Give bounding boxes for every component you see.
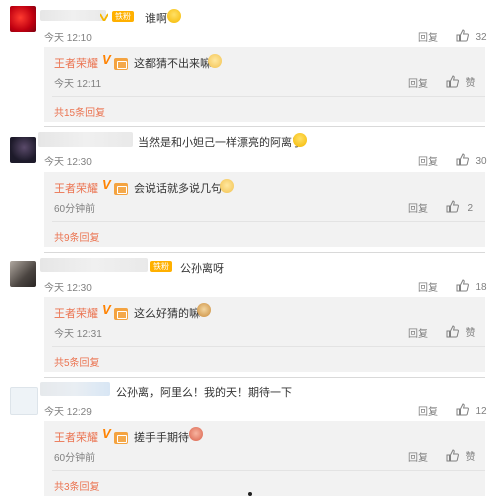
reply-author[interactable]: 王者荣耀 xyxy=(54,429,98,445)
thumbs-up-icon xyxy=(446,75,459,88)
reply-box: 王者荣耀 V 会说话就多说几句 60分钟前 回复 2 共9条回复 xyxy=(44,172,485,247)
verified-v-icon: V xyxy=(102,302,111,317)
thumbs-up-icon xyxy=(456,279,469,292)
more-replies-link[interactable]: 共5条回复 xyxy=(54,354,100,369)
thumbs-up-icon xyxy=(456,153,469,166)
level-badge-icon xyxy=(114,57,128,70)
like-button[interactable]: 赞 xyxy=(446,447,475,465)
avatar[interactable] xyxy=(10,137,36,163)
reply-button[interactable]: 回复 xyxy=(408,449,428,464)
like-button[interactable]: 赞 xyxy=(446,73,475,91)
cat-emoji-icon xyxy=(197,303,211,317)
fan-badge: 铁粉 xyxy=(112,11,134,22)
thumbs-up-icon xyxy=(446,200,459,213)
username-blurred[interactable] xyxy=(40,382,110,396)
divider xyxy=(44,377,485,378)
yellow-v-icon xyxy=(100,8,108,21)
pagination-dot xyxy=(248,492,252,496)
more-replies-link[interactable]: 共3条回复 xyxy=(54,478,100,493)
like-count: 32 xyxy=(475,32,487,43)
reply-button[interactable]: 回复 xyxy=(408,200,428,215)
username-blurred[interactable] xyxy=(40,258,148,272)
comment-text: 谁啊 xyxy=(145,13,167,25)
reply-button[interactable]: 回复 xyxy=(408,75,428,90)
divider xyxy=(44,252,485,253)
username-blurred[interactable] xyxy=(40,10,106,21)
divider xyxy=(52,346,485,347)
like-button[interactable]: 30 xyxy=(456,151,487,169)
comment-time: 今天 12:10 xyxy=(44,33,92,44)
avatar[interactable] xyxy=(10,261,36,287)
reply-box: 王者荣耀 V 这么好猜的嘛 今天 12:31 回复 赞 共5条回复 xyxy=(44,297,485,372)
avatar[interactable] xyxy=(10,6,36,32)
cat-emoji-icon xyxy=(208,54,222,68)
cat-emoji-icon xyxy=(220,179,234,193)
divider xyxy=(52,470,485,471)
reply-box: 王者荣耀 V 搓手手期待 60分钟前 回复 赞 共3条回复 xyxy=(44,421,485,496)
reply-time: 今天 12:31 xyxy=(54,329,102,340)
thumbs-up-icon xyxy=(456,29,469,42)
verified-v-icon: V xyxy=(102,426,111,441)
comment-time: 今天 12:30 xyxy=(44,157,92,168)
reply-text: 搓手手期待 xyxy=(134,432,189,444)
rub-hands-emoji-icon xyxy=(189,427,203,441)
level-badge-icon xyxy=(114,431,128,444)
avatar[interactable] xyxy=(10,387,38,415)
verified-v-icon: V xyxy=(102,52,111,67)
reply-time: 60分钟前 xyxy=(54,453,96,464)
level-badge-icon xyxy=(114,307,128,320)
reply-button[interactable]: 回复 xyxy=(408,325,428,340)
reply-button[interactable]: 回复 xyxy=(418,279,438,294)
reply-author[interactable]: 王者荣耀 xyxy=(54,305,98,321)
comment-text: 当然是和小妲己一样漂亮的阿离了 xyxy=(138,137,303,149)
thumbs-up-icon xyxy=(456,403,469,416)
thumbs-up-icon xyxy=(446,449,459,462)
verified-v-icon: V xyxy=(102,177,111,192)
reply-author[interactable]: 王者荣耀 xyxy=(54,180,98,196)
like-count: 12 xyxy=(475,406,487,417)
reply-box: 王者荣耀 V 这都猜不出来嘛 今天 12:11 回复 赞 共15条回复 xyxy=(44,47,485,122)
reply-button[interactable]: 回复 xyxy=(418,29,438,44)
like-count: 2 xyxy=(467,203,474,214)
reply-button[interactable]: 回复 xyxy=(418,403,438,418)
laugh-emoji-icon xyxy=(167,9,181,23)
reply-time: 今天 12:11 xyxy=(54,79,102,90)
reply-button[interactable]: 回复 xyxy=(418,153,438,168)
like-button[interactable]: 32 xyxy=(456,27,487,45)
like-button[interactable]: 赞 xyxy=(446,323,475,341)
reply-time: 60分钟前 xyxy=(54,204,96,215)
comment-time: 今天 12:29 xyxy=(44,407,92,418)
level-badge-icon xyxy=(114,182,128,195)
like-count: 赞 xyxy=(465,328,476,339)
reply-text: 这么好猜的嘛 xyxy=(134,308,200,320)
reply-text: 会说话就多说几句 xyxy=(134,183,222,195)
like-button[interactable]: 12 xyxy=(456,401,487,419)
like-button[interactable]: 18 xyxy=(456,277,487,295)
divider xyxy=(52,96,485,97)
like-button[interactable]: 2 xyxy=(446,198,473,216)
grin-emoji-icon xyxy=(293,133,307,147)
thumbs-up-icon xyxy=(446,325,459,338)
more-replies-link[interactable]: 共9条回复 xyxy=(54,229,100,244)
fan-badge: 铁粉 xyxy=(150,261,172,272)
like-count: 30 xyxy=(475,156,487,167)
reply-text: 这都猜不出来嘛 xyxy=(134,58,211,70)
reply-author[interactable]: 王者荣耀 xyxy=(54,55,98,71)
like-count: 18 xyxy=(475,282,487,293)
comment-text: 公孙离呀 xyxy=(180,263,224,275)
divider xyxy=(52,221,485,222)
divider xyxy=(44,126,485,127)
username-blurred[interactable] xyxy=(38,132,133,147)
like-count: 赞 xyxy=(465,452,476,463)
like-count: 赞 xyxy=(465,78,476,89)
comment-text: 公孙离，阿里么！我的天！期待一下 xyxy=(116,387,292,399)
more-replies-link[interactable]: 共15条回复 xyxy=(54,104,105,119)
comment-time: 今天 12:30 xyxy=(44,283,92,294)
